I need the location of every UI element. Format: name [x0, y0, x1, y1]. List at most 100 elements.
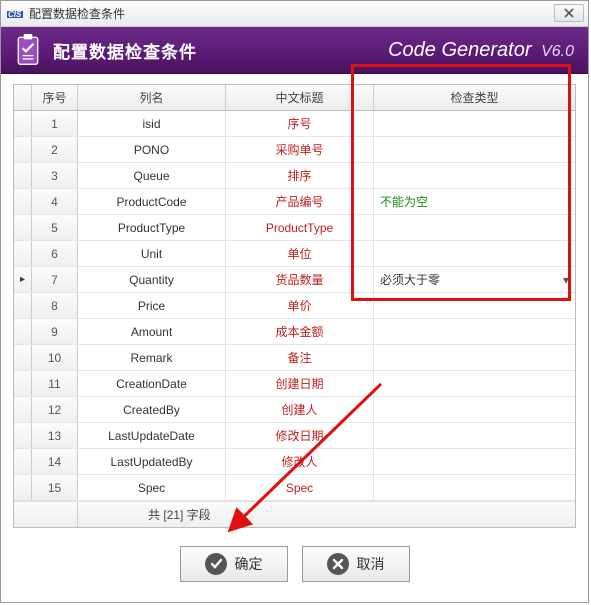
- cell-check[interactable]: [374, 241, 575, 266]
- cell-name[interactable]: Queue: [78, 163, 226, 188]
- cell-title[interactable]: 单位: [226, 241, 374, 266]
- cell-check[interactable]: [374, 163, 575, 188]
- row-selector[interactable]: [14, 215, 32, 240]
- cell-check[interactable]: 必须大于零▾: [374, 267, 575, 292]
- table-row[interactable]: 4ProductCode产品编号不能为空: [14, 189, 575, 215]
- cell-title[interactable]: 单价: [226, 293, 374, 318]
- table-row[interactable]: 3Queue排序: [14, 163, 575, 189]
- header-title[interactable]: 中文标题: [226, 85, 374, 110]
- cell-title[interactable]: 序号: [226, 111, 374, 136]
- table-row[interactable]: 8Price单价: [14, 293, 575, 319]
- cell-title[interactable]: 修改日期: [226, 423, 374, 448]
- table-row[interactable]: 1isid序号: [14, 111, 575, 137]
- row-selector[interactable]: [14, 111, 32, 136]
- table-row[interactable]: 9Amount成本金额: [14, 319, 575, 345]
- cell-name[interactable]: LastUpdatedBy: [78, 449, 226, 474]
- cell-name[interactable]: CreationDate: [78, 371, 226, 396]
- clipboard-icon: [15, 34, 41, 66]
- table-row[interactable]: 7Quantity货品数量必须大于零▾: [14, 267, 575, 293]
- cell-title[interactable]: Spec: [226, 475, 374, 500]
- table-row[interactable]: 15SpecSpec: [14, 475, 575, 501]
- cell-seq: 11: [32, 371, 78, 396]
- cell-title[interactable]: 创建日期: [226, 371, 374, 396]
- cell-title[interactable]: 创建人: [226, 397, 374, 422]
- cell-name[interactable]: Unit: [78, 241, 226, 266]
- cell-title[interactable]: 排序: [226, 163, 374, 188]
- cell-name[interactable]: CreatedBy: [78, 397, 226, 422]
- ok-button[interactable]: 确定: [180, 546, 288, 582]
- row-selector[interactable]: [14, 267, 32, 292]
- titlebar: CIS 配置数据检查条件: [1, 1, 588, 27]
- cell-seq: 1: [32, 111, 78, 136]
- cell-seq: 6: [32, 241, 78, 266]
- table-row[interactable]: 11CreationDate创建日期: [14, 371, 575, 397]
- footer-spacer: [14, 502, 78, 527]
- cell-check[interactable]: [374, 449, 575, 474]
- cell-check[interactable]: [374, 371, 575, 396]
- row-selector[interactable]: [14, 371, 32, 396]
- ok-label: 确定: [235, 554, 263, 574]
- cancel-label: 取消: [357, 554, 385, 574]
- row-selector[interactable]: [14, 293, 32, 318]
- cell-name[interactable]: Remark: [78, 345, 226, 370]
- table-row[interactable]: 5ProductTypeProductType: [14, 215, 575, 241]
- row-selector[interactable]: [14, 397, 32, 422]
- row-selector[interactable]: [14, 345, 32, 370]
- row-selector[interactable]: [14, 449, 32, 474]
- cell-name[interactable]: PONO: [78, 137, 226, 162]
- cell-check[interactable]: [374, 215, 575, 240]
- cell-check[interactable]: [374, 319, 575, 344]
- dialog-window: CIS 配置数据检查条件 配置数据检查条件 Code Generator V6.…: [0, 0, 589, 603]
- close-button[interactable]: [554, 4, 584, 22]
- table-row[interactable]: 12CreatedBy创建人: [14, 397, 575, 423]
- table-row[interactable]: 14LastUpdatedBy修改人: [14, 449, 575, 475]
- row-selector[interactable]: [14, 475, 32, 500]
- cell-name[interactable]: Price: [78, 293, 226, 318]
- dropdown-caret-icon[interactable]: ▾: [563, 273, 569, 287]
- grid-header: 序号 列名 中文标题 检查类型: [14, 85, 575, 111]
- cell-title[interactable]: 产品编号: [226, 189, 374, 214]
- cancel-button[interactable]: 取消: [302, 546, 410, 582]
- table-row[interactable]: 6Unit单位: [14, 241, 575, 267]
- row-selector[interactable]: [14, 189, 32, 214]
- row-selector[interactable]: [14, 241, 32, 266]
- header-row-selector: [14, 85, 32, 110]
- header-seq[interactable]: 序号: [32, 85, 78, 110]
- row-selector[interactable]: [14, 423, 32, 448]
- grid-footer: 共 [21] 字段: [14, 501, 575, 527]
- cell-name[interactable]: Spec: [78, 475, 226, 500]
- cell-name[interactable]: LastUpdateDate: [78, 423, 226, 448]
- cell-check[interactable]: [374, 423, 575, 448]
- cell-title[interactable]: 成本金额: [226, 319, 374, 344]
- cell-check[interactable]: 不能为空: [374, 189, 575, 214]
- grid-body: 1isid序号2PONO采购单号3Queue排序4ProductCode产品编号…: [14, 111, 575, 501]
- cell-title[interactable]: 货品数量: [226, 267, 374, 292]
- cell-check[interactable]: [374, 111, 575, 136]
- table-row[interactable]: 2PONO采购单号: [14, 137, 575, 163]
- cell-check[interactable]: [374, 475, 575, 500]
- cell-title[interactable]: 修改人: [226, 449, 374, 474]
- header-name[interactable]: 列名: [78, 85, 226, 110]
- row-selector[interactable]: [14, 137, 32, 162]
- cell-check[interactable]: [374, 293, 575, 318]
- table-row[interactable]: 10Remark备注: [14, 345, 575, 371]
- row-selector[interactable]: [14, 163, 32, 188]
- cell-title[interactable]: 采购单号: [226, 137, 374, 162]
- table-row[interactable]: 13LastUpdateDate修改日期: [14, 423, 575, 449]
- row-selector[interactable]: [14, 319, 32, 344]
- cell-seq: 10: [32, 345, 78, 370]
- cell-check[interactable]: [374, 345, 575, 370]
- cell-name[interactable]: Amount: [78, 319, 226, 344]
- cell-name[interactable]: ProductType: [78, 215, 226, 240]
- cell-check[interactable]: [374, 137, 575, 162]
- cell-title[interactable]: ProductType: [226, 215, 374, 240]
- cell-check[interactable]: [374, 397, 575, 422]
- header-check[interactable]: 检查类型: [374, 85, 575, 110]
- cell-name[interactable]: ProductCode: [78, 189, 226, 214]
- close-icon: [564, 8, 574, 18]
- cell-title[interactable]: 备注: [226, 345, 374, 370]
- data-grid[interactable]: 序号 列名 中文标题 检查类型 1isid序号2PONO采购单号3Queue排序…: [13, 84, 576, 528]
- cell-name[interactable]: Quantity: [78, 267, 226, 292]
- cell-name[interactable]: isid: [78, 111, 226, 136]
- cell-seq: 15: [32, 475, 78, 500]
